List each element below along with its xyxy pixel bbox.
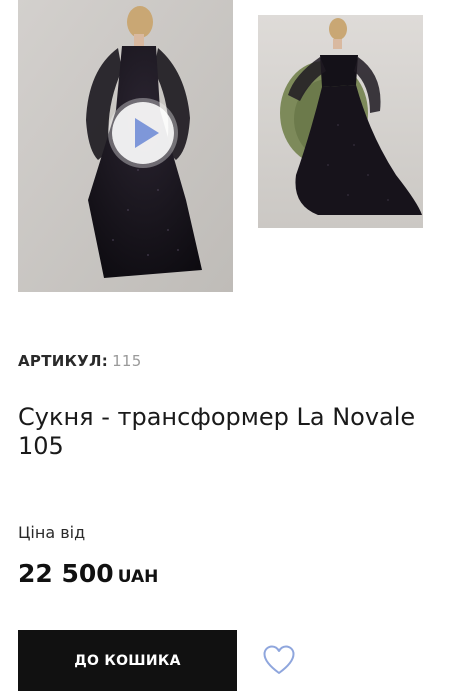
play-icon [134, 118, 159, 148]
price: 22 500 UAH [18, 559, 158, 588]
wishlist-button[interactable] [262, 644, 296, 676]
heart-icon [263, 645, 295, 674]
sku-value: 115 [112, 352, 142, 370]
dress-seated-photo [258, 15, 423, 228]
product-second-image[interactable] [258, 15, 423, 228]
video-play-button[interactable] [112, 102, 174, 164]
sku-label: АРТИКУЛ: [18, 352, 109, 370]
product-title: Сукня - трансформер La Novale 105 [18, 403, 416, 460]
price-amount: 22 500 [18, 559, 114, 588]
price-currency: UAH [117, 567, 159, 587]
product-main-image[interactable] [18, 0, 233, 292]
price-label: Ціна від [18, 523, 86, 542]
sku: АРТИКУЛ: 115 [18, 352, 142, 370]
add-to-cart-button[interactable]: ДО КОШИКА [18, 630, 237, 691]
